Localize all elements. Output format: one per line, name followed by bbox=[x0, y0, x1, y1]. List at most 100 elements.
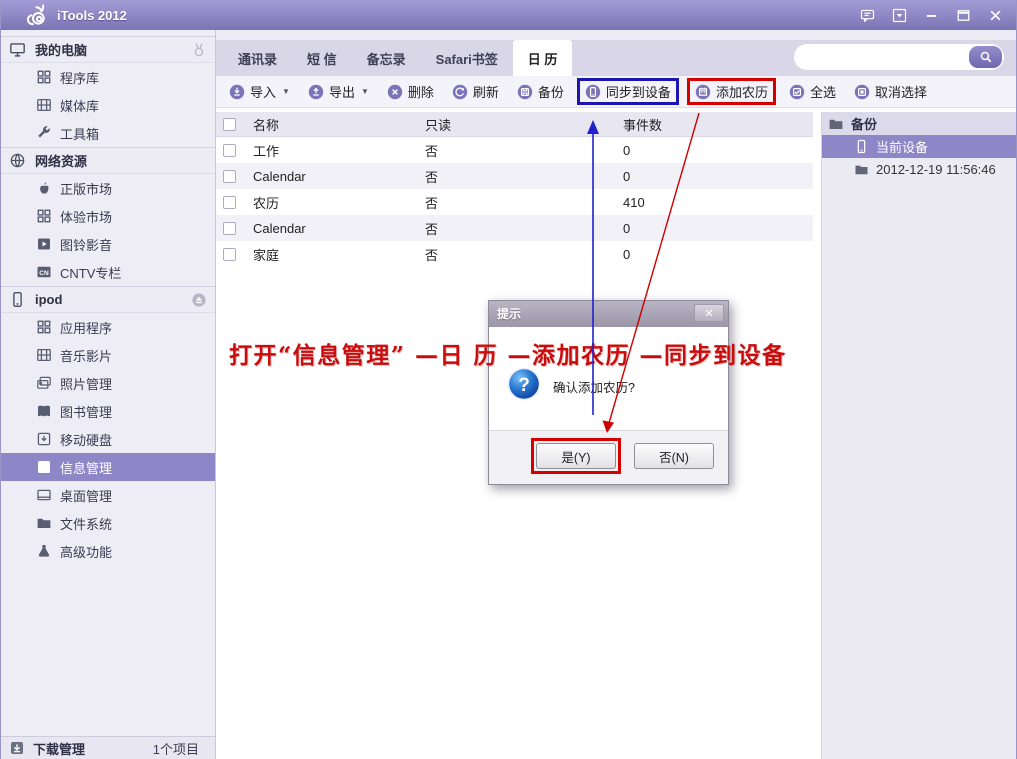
sidebar-item-music-video[interactable]: 音乐影片 bbox=[1, 341, 215, 369]
table-row[interactable]: 工作 否 0 bbox=[216, 137, 813, 163]
sidebar-item-trial-market[interactable]: 体验市场 bbox=[1, 202, 215, 230]
sidebar-item-app-library[interactable]: 程序库 bbox=[1, 63, 215, 91]
table-row[interactable]: 农历 否 410 bbox=[216, 189, 813, 215]
select-all-button[interactable]: 全选 bbox=[784, 80, 841, 103]
sidebar-section-my-computer[interactable]: 我的电脑 bbox=[1, 36, 215, 63]
row-checkbox[interactable] bbox=[223, 248, 236, 261]
yes-button-highlight-box: 是(Y) bbox=[531, 438, 621, 474]
column-header-name[interactable]: 名称 bbox=[253, 115, 425, 134]
yes-button[interactable]: 是(Y) bbox=[536, 443, 616, 469]
search-button[interactable] bbox=[969, 46, 1002, 68]
table-row[interactable]: Calendar 否 0 bbox=[216, 215, 813, 241]
cell-events: 0 bbox=[623, 221, 813, 236]
question-icon bbox=[507, 367, 541, 401]
minimize-icon[interactable] bbox=[923, 8, 940, 23]
maximize-icon[interactable] bbox=[955, 8, 972, 23]
dialog-close-icon[interactable] bbox=[694, 304, 724, 322]
cell-readonly: 否 bbox=[425, 141, 623, 160]
no-button[interactable]: 否(N) bbox=[634, 443, 714, 469]
download-manager-bar[interactable]: 下载管理 1个项目 bbox=[1, 736, 215, 759]
sidebar-item-label: 媒体库 bbox=[60, 96, 99, 115]
sidebar-item-app-store[interactable]: 正版市场 bbox=[1, 174, 215, 202]
tab-label: 日 历 bbox=[528, 49, 558, 68]
cell-readonly: 否 bbox=[425, 167, 623, 186]
refresh-icon bbox=[452, 84, 468, 100]
tab-sms[interactable]: 短 信 bbox=[292, 40, 352, 76]
sidebar-item-desktop-management[interactable]: 桌面管理 bbox=[1, 481, 215, 509]
download-manager-label: 下载管理 bbox=[33, 739, 85, 758]
button-label: 刷新 bbox=[473, 82, 499, 101]
sidebar-item-label: 图铃影音 bbox=[60, 235, 112, 254]
column-header-events[interactable]: 事件数 bbox=[623, 115, 813, 134]
backup-item-current-device[interactable]: 当前设备 bbox=[822, 135, 1016, 158]
row-checkbox[interactable] bbox=[223, 170, 236, 183]
rabbit-icon bbox=[191, 42, 207, 58]
column-header-readonly[interactable]: 只读 bbox=[425, 115, 623, 134]
film-icon bbox=[36, 347, 52, 363]
tab-contacts[interactable]: 通讯录 bbox=[223, 40, 292, 76]
backup-item-snapshot[interactable]: 2012-12-19 11:56:46 bbox=[822, 158, 1016, 181]
delete-button[interactable]: 删除 bbox=[382, 80, 439, 103]
eject-icon[interactable] bbox=[191, 292, 207, 308]
button-label: 同步到设备 bbox=[606, 82, 671, 101]
sync-to-device-button[interactable]: 同步到设备 bbox=[577, 78, 679, 105]
sidebar-item-label: 信息管理 bbox=[60, 458, 112, 477]
backup-button[interactable]: 备份 bbox=[512, 80, 569, 103]
section-label: ipod bbox=[35, 292, 62, 307]
globe-icon bbox=[9, 152, 26, 169]
cell-readonly: 否 bbox=[425, 245, 623, 264]
tab-safari-bookmarks[interactable]: Safari书签 bbox=[421, 40, 513, 76]
section-label: 我的电脑 bbox=[35, 40, 87, 59]
table-row[interactable]: 家庭 否 0 bbox=[216, 241, 813, 267]
tab-calendar[interactable]: 日 历 bbox=[513, 40, 573, 76]
play-box-icon bbox=[36, 236, 52, 252]
tab-notes[interactable]: 备忘录 bbox=[352, 40, 421, 76]
folder-icon bbox=[828, 116, 844, 132]
sidebar-item-info-management[interactable]: 信息管理 bbox=[1, 453, 215, 481]
chevron-down-icon[interactable]: ▼ bbox=[361, 87, 369, 96]
sidebar-item-media-library[interactable]: 媒体库 bbox=[1, 91, 215, 119]
feedback-icon[interactable] bbox=[859, 8, 876, 23]
wrench-icon bbox=[36, 125, 52, 141]
sidebar-section-network[interactable]: 网络资源 bbox=[1, 147, 215, 174]
add-lunar-calendar-button[interactable]: 添加农历 bbox=[687, 78, 776, 105]
sidebar-item-label: 音乐影片 bbox=[60, 346, 112, 365]
scrollbar-gutter[interactable] bbox=[813, 112, 821, 759]
cell-name: Calendar bbox=[253, 221, 425, 236]
refresh-button[interactable]: 刷新 bbox=[447, 80, 504, 103]
top-spacer bbox=[216, 30, 1016, 40]
desktop-icon bbox=[36, 487, 52, 503]
row-checkbox[interactable] bbox=[223, 144, 236, 157]
menu-dropdown-icon[interactable] bbox=[891, 8, 908, 23]
titlebar: iTools 2012 bbox=[1, 0, 1016, 30]
table-row[interactable]: Calendar 否 0 bbox=[216, 163, 813, 189]
sidebar-item-label: 正版市场 bbox=[60, 179, 112, 198]
export-icon bbox=[308, 84, 324, 100]
sidebar-item-books[interactable]: 图书管理 bbox=[1, 397, 215, 425]
itools-logo-rabbit-icon bbox=[25, 3, 49, 27]
download-icon bbox=[9, 740, 25, 756]
apple-icon bbox=[36, 180, 52, 196]
select-all-checkbox[interactable] bbox=[223, 118, 236, 131]
chevron-down-icon[interactable]: ▼ bbox=[282, 87, 290, 96]
tab-label: Safari书签 bbox=[436, 49, 498, 68]
sidebar-item-cntv[interactable]: CNTV专栏 bbox=[1, 258, 215, 286]
window-controls bbox=[859, 8, 1006, 23]
row-checkbox[interactable] bbox=[223, 196, 236, 209]
deselect-button[interactable]: 取消选择 bbox=[849, 80, 932, 103]
export-button[interactable]: 导出 ▼ bbox=[303, 80, 374, 103]
backup-icon bbox=[517, 84, 533, 100]
lunar-calendar-icon bbox=[695, 84, 711, 100]
close-icon[interactable] bbox=[987, 8, 1004, 23]
sidebar-item-applications[interactable]: 应用程序 bbox=[1, 313, 215, 341]
section-label: 网络资源 bbox=[35, 151, 87, 170]
row-checkbox[interactable] bbox=[223, 222, 236, 235]
sidebar-item-photos[interactable]: 照片管理 bbox=[1, 369, 215, 397]
sidebar-item-file-system[interactable]: 文件系统 bbox=[1, 509, 215, 537]
sidebar-item-ringtones-video[interactable]: 图铃影音 bbox=[1, 230, 215, 258]
sidebar-section-ipod[interactable]: ipod bbox=[1, 286, 215, 313]
sidebar-item-mobile-disk[interactable]: 移动硬盘 bbox=[1, 425, 215, 453]
sidebar-item-toolbox[interactable]: 工具箱 bbox=[1, 119, 215, 147]
import-button[interactable]: 导入 ▼ bbox=[224, 80, 295, 103]
sidebar-item-advanced[interactable]: 高级功能 bbox=[1, 537, 215, 565]
